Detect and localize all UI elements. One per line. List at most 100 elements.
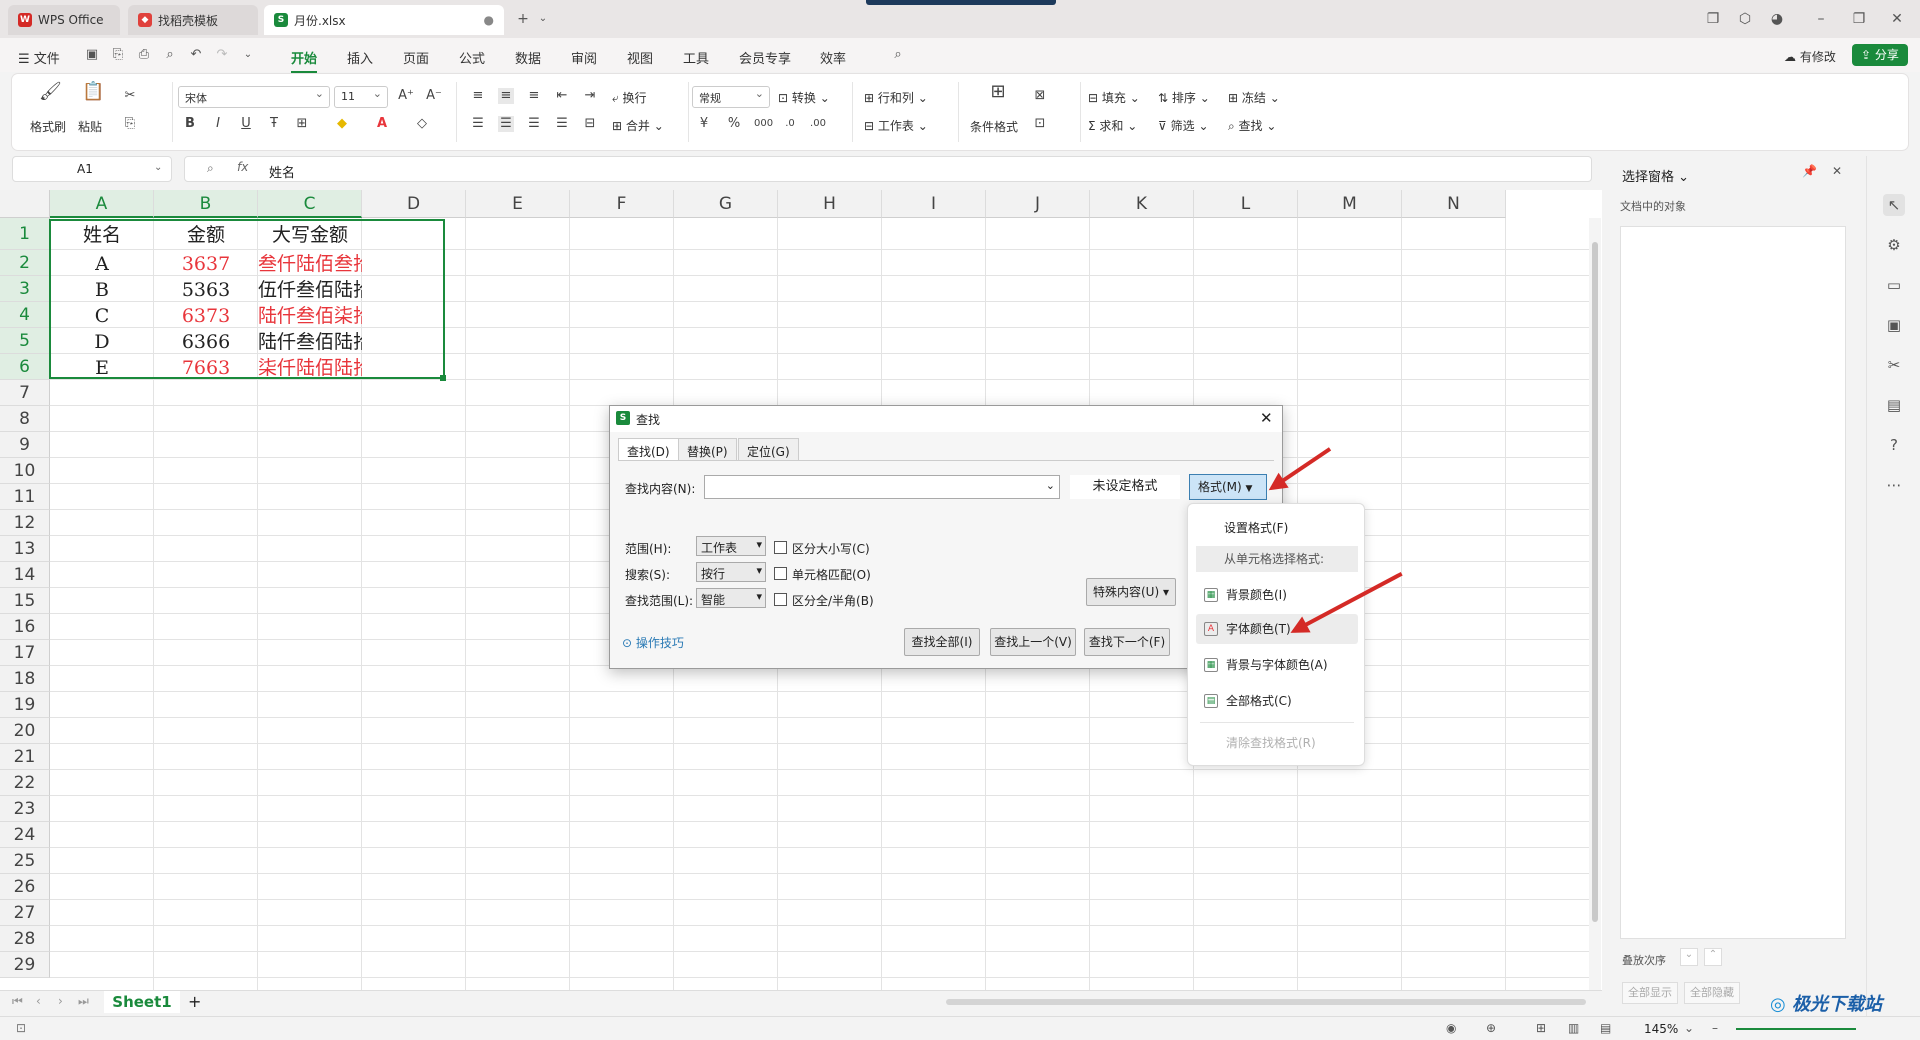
minimize-icon[interactable]: – (1810, 8, 1832, 30)
scope-select[interactable]: 工作表 (696, 536, 766, 556)
chevron-down-icon[interactable]: ⌄ (532, 8, 554, 30)
align-top-icon[interactable]: ≡ (470, 88, 486, 104)
dialog-titlebar[interactable]: S 查找 ✕ (610, 406, 1282, 432)
save-icon[interactable]: ▣ (84, 47, 100, 63)
row-header-18[interactable]: 18 (0, 666, 50, 692)
copy-icon[interactable]: ⎘ (122, 116, 138, 132)
paste-label[interactable]: 粘贴 (78, 118, 102, 135)
move-up-icon[interactable]: ⌃ (1704, 948, 1722, 966)
find-all-button[interactable]: 查找全部(I) (904, 628, 980, 656)
conditional-format-label[interactable]: 条件格式 (970, 118, 1018, 135)
column-header-i[interactable]: I (882, 190, 986, 218)
menu-set-format[interactable]: 设置格式(F) (1196, 513, 1358, 543)
find-button[interactable]: ⌕ 查找 ⌄ (1228, 117, 1276, 134)
menu-file[interactable]: ☰ 文件 (18, 48, 60, 67)
next-sheet-icon[interactable]: › (58, 994, 63, 1008)
select-all-corner[interactable] (0, 190, 50, 218)
name-box-chevron-icon[interactable]: ⌄ (154, 162, 162, 173)
show-all-button[interactable]: 全部显示 (1622, 982, 1678, 1004)
fx-icon[interactable]: fx (237, 160, 248, 174)
align-right-icon[interactable]: ☰ (526, 116, 542, 132)
bold-icon[interactable]: B (182, 116, 198, 132)
match-width-checkbox[interactable]: 区分全/半角(B) (774, 592, 874, 609)
tools-icon[interactable]: ✂ (1883, 354, 1905, 376)
zoom-formula-icon[interactable]: ⌕ (207, 161, 214, 176)
decimal-increase-icon[interactable]: .0 (782, 116, 798, 132)
column-header-g[interactable]: G (674, 190, 778, 218)
formula-input[interactable]: ⌕ fx 姓名 (184, 156, 1592, 182)
more-chevron-icon[interactable]: ⌄ (240, 47, 256, 63)
menu-vip[interactable]: 会员专享 (739, 48, 791, 67)
search-icon[interactable]: ⌕ (890, 47, 906, 63)
export-icon[interactable]: ⎘ (110, 47, 126, 63)
row-header-3[interactable]: 3 (0, 276, 50, 302)
row-header-23[interactable]: 23 (0, 796, 50, 822)
add-sheet-icon[interactable]: + (188, 992, 201, 1011)
find-next-button[interactable]: 查找下一个(F) (1084, 628, 1170, 656)
worksheet-button[interactable]: ⊟ 工作表 ⌄ (864, 117, 928, 134)
special-content-button[interactable]: 特殊内容(U) ▾ (1086, 578, 1176, 606)
justify-icon[interactable]: ☰ (554, 116, 570, 132)
menu-data[interactable]: 数据 (515, 48, 541, 67)
row-header-24[interactable]: 24 (0, 822, 50, 848)
first-sheet-icon[interactable]: ⏮ (12, 994, 23, 1009)
sheet-tab-sheet1[interactable]: Sheet1 (104, 991, 180, 1013)
fill-button[interactable]: ⊟ 填充 ⌄ (1088, 89, 1140, 106)
distribute-icon[interactable]: ⊟ (582, 116, 598, 132)
horizontal-scrollbar[interactable] (946, 999, 1586, 1005)
image-icon[interactable]: ▣ (1883, 314, 1905, 336)
wrap-button[interactable]: ⤶ 换行 (612, 89, 647, 106)
objects-list[interactable] (1620, 226, 1846, 939)
print-preview-icon[interactable]: ⌕ (162, 47, 178, 63)
row-header-16[interactable]: 16 (0, 614, 50, 640)
new-tab-icon[interactable]: + (512, 8, 534, 30)
column-header-m[interactable]: M (1298, 190, 1402, 218)
menu-font-color[interactable]: A 字体颜色(T) (1196, 614, 1358, 644)
sort-button[interactable]: ⇅ 排序 ⌄ (1158, 89, 1210, 106)
row-header-9[interactable]: 9 (0, 432, 50, 458)
find-history-chevron-icon[interactable]: ⌄ (1046, 479, 1055, 492)
has-changes[interactable]: ☁ 有修改 (1784, 48, 1836, 65)
close-icon[interactable]: ✕ (1886, 8, 1908, 30)
row-header-8[interactable]: 8 (0, 406, 50, 432)
menu-review[interactable]: 审阅 (571, 48, 597, 67)
tab-template[interactable]: ◆ 找稻壳模板 (128, 5, 258, 35)
align-bottom-icon[interactable]: ≡ (526, 88, 542, 104)
menu-home[interactable]: 开始 (291, 48, 318, 73)
window-icon[interactable]: ❐ (1702, 8, 1724, 30)
page-layout-icon[interactable]: ▥ (1568, 1021, 1579, 1035)
find-prev-button[interactable]: 查找上一个(V) (990, 628, 1076, 656)
menu-efficiency[interactable]: 效率 (820, 48, 846, 67)
hide-all-button[interactable]: 全部隐藏 (1684, 982, 1740, 1004)
filter-button[interactable]: ⊽ 筛选 ⌄ (1158, 117, 1209, 134)
thousands-icon[interactable]: 000 (754, 116, 773, 132)
row-header-10[interactable]: 10 (0, 458, 50, 484)
row-header-4[interactable]: 4 (0, 302, 50, 328)
underline-icon[interactable]: U (238, 116, 254, 132)
menu-bg-font-color[interactable]: ▦ 背景与字体颜色(A) (1196, 650, 1358, 680)
font-grow-icon[interactable]: A⁺ (398, 88, 414, 104)
style-icon[interactable]: ⊠ (1032, 88, 1048, 104)
column-header-e[interactable]: E (466, 190, 570, 218)
row-header-12[interactable]: 12 (0, 510, 50, 536)
font-name-select[interactable]: 宋体 (178, 86, 330, 108)
vertical-scroll-thumb[interactable] (1592, 242, 1598, 922)
dialog-close-icon[interactable]: ✕ (1260, 409, 1273, 427)
eraser-icon[interactable]: ◇ (414, 116, 430, 132)
row-header-5[interactable]: 5 (0, 328, 50, 354)
page-break-icon[interactable]: ▤ (1600, 1021, 1611, 1035)
macro-icon[interactable]: ⊡ (16, 1021, 26, 1035)
format-painter-icon[interactable]: 🖌 (39, 83, 62, 101)
convert-button[interactable]: ⊡ 转换 ⌄ (778, 89, 830, 106)
row-header-21[interactable]: 21 (0, 744, 50, 770)
font-size-select[interactable]: 11 (334, 86, 388, 108)
redo-icon[interactable]: ↷ (214, 47, 230, 63)
normal-view-icon[interactable]: ⊞ (1536, 1021, 1546, 1035)
italic-icon[interactable]: I (210, 116, 226, 132)
freeze-button[interactable]: ⊞ 冻结 ⌄ (1228, 89, 1280, 106)
row-header-29[interactable]: 29 (0, 952, 50, 978)
print-icon[interactable]: ⎙ (136, 47, 152, 63)
number-format-select[interactable]: 常规 (692, 86, 770, 108)
align-middle-icon[interactable]: ≡ (498, 88, 514, 104)
match-cell-checkbox[interactable]: 单元格匹配(O) (774, 566, 871, 583)
